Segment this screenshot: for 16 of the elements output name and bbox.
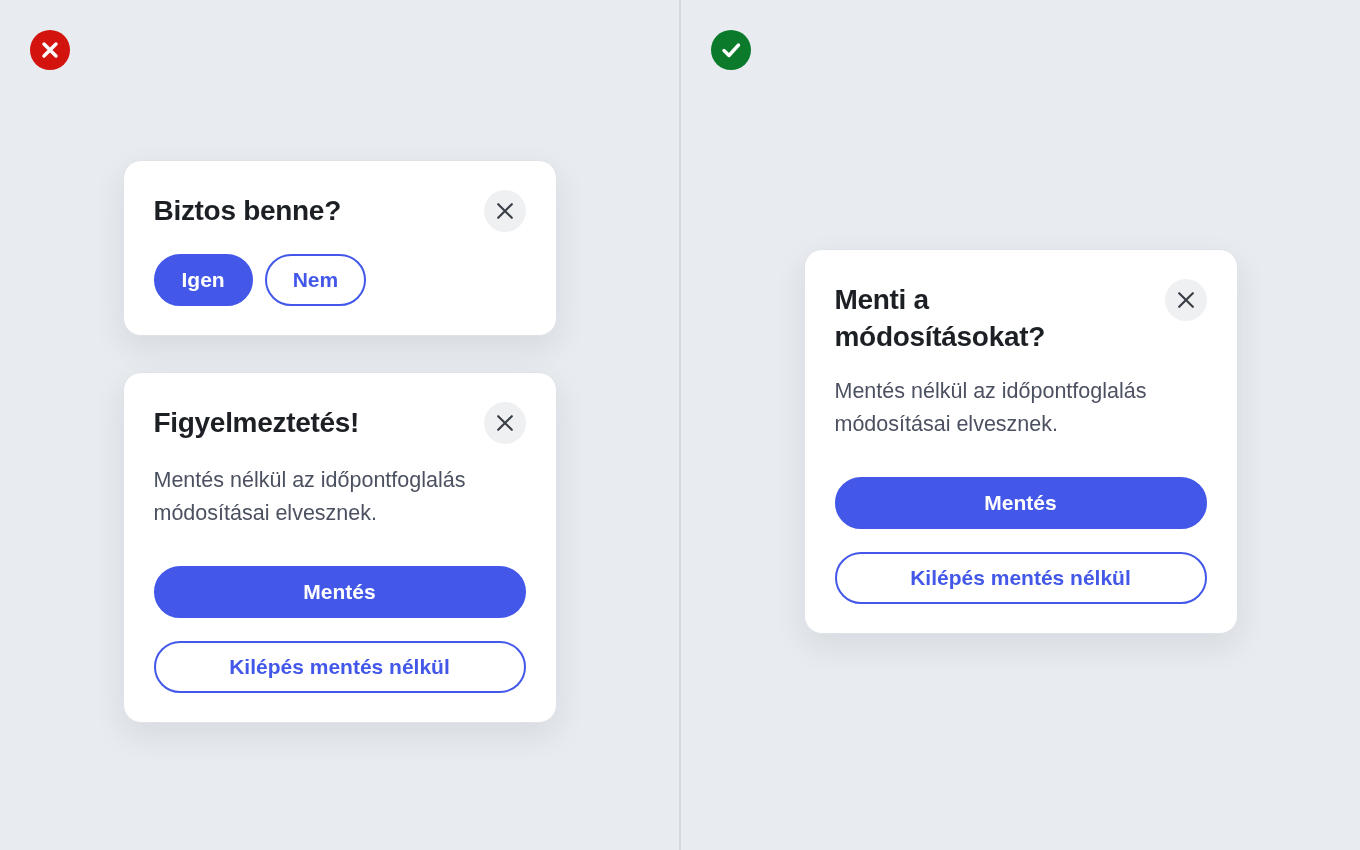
dialog-title: Figyelmeztetés! bbox=[153, 405, 360, 440]
dialog-message: Mentés nélkül az időpontfoglalás módosításai elvesznek. bbox=[834, 377, 1148, 438]
outline-button[interactable]: Nem bbox=[264, 253, 367, 306]
close-icon bbox=[496, 414, 513, 431]
close-icon bbox=[1177, 291, 1194, 308]
dialog-title: Menti a módosításokat? bbox=[834, 282, 1046, 354]
dialog-message: Mentés nélkül az időpontfoglalás módosításai elvesznek. bbox=[153, 466, 467, 527]
primary-button[interactable]: Mentés bbox=[834, 476, 1207, 529]
primary-button[interactable]: Igen bbox=[153, 253, 253, 306]
close-icon bbox=[496, 202, 513, 219]
check-circle-icon bbox=[711, 30, 751, 70]
dialog-title: Biztos benne? bbox=[153, 193, 341, 228]
primary-button[interactable]: Mentés bbox=[153, 565, 526, 618]
cross-circle-icon bbox=[30, 30, 70, 70]
outline-button[interactable]: Kilépés mentés nélkül bbox=[153, 640, 526, 693]
outline-button[interactable]: Kilépés mentés nélkül bbox=[834, 551, 1207, 604]
